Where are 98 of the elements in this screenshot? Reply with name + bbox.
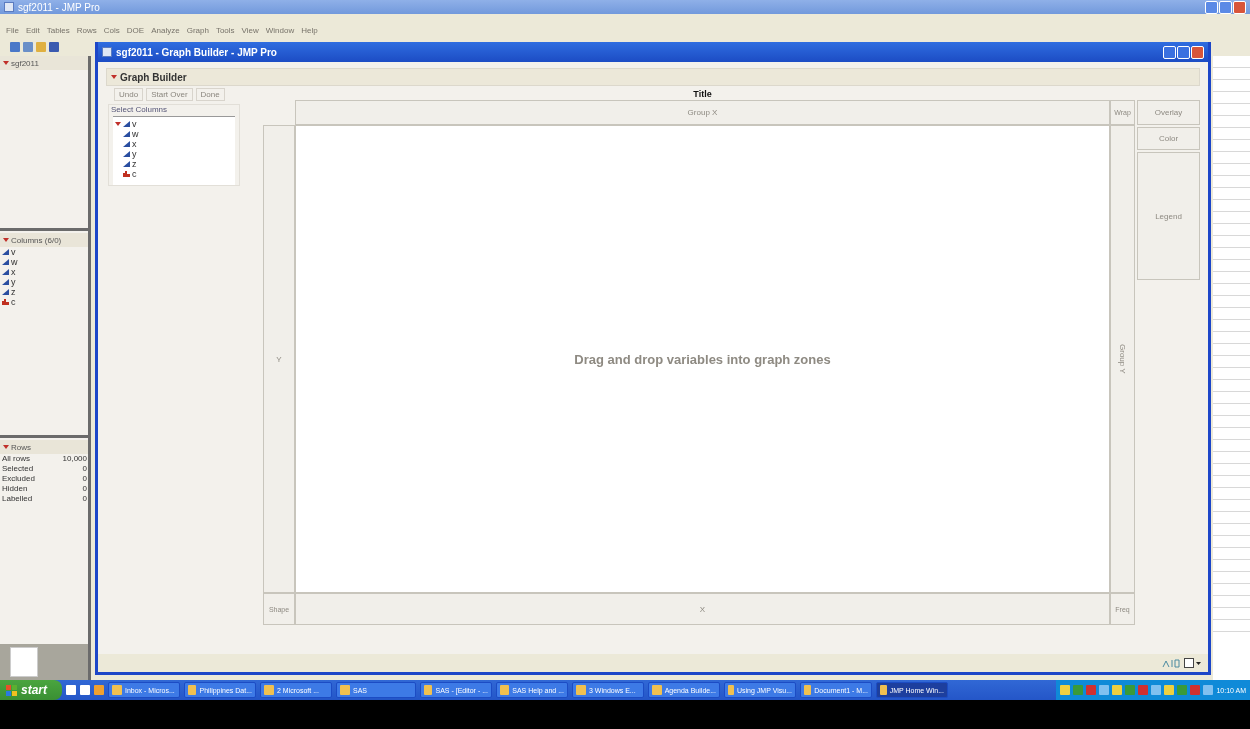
window-icon xyxy=(804,685,812,695)
nominal-column-icon xyxy=(2,299,9,305)
menu-item[interactable]: Cols xyxy=(103,25,120,35)
tray-icon[interactable] xyxy=(1151,685,1162,695)
report-title: Graph Builder xyxy=(120,71,187,83)
row-stat-label: Selected xyxy=(2,464,34,474)
row-stat-value: 10,000 xyxy=(62,454,87,464)
panel-title: Columns (6/0) xyxy=(11,235,62,245)
x-zone[interactable]: X xyxy=(295,593,1110,625)
tray-icon[interactable] xyxy=(1203,685,1214,695)
maximize-button[interactable] xyxy=(1177,45,1190,59)
app-icon xyxy=(102,47,112,57)
panel-header[interactable]: Columns (6/0) xyxy=(0,233,88,247)
column-name[interactable]: y xyxy=(132,149,137,159)
color-zone[interactable]: Color xyxy=(1137,127,1200,150)
row-stat-value: 0 xyxy=(82,484,87,494)
panel-title: sgf2011 xyxy=(11,58,39,68)
y-zone[interactable]: Y xyxy=(263,125,295,593)
window-icon xyxy=(112,685,122,695)
close-button[interactable] xyxy=(1233,0,1246,14)
tray-icon[interactable] xyxy=(1060,685,1071,695)
tray-icon[interactable] xyxy=(1125,685,1136,695)
row-stat-label: Excluded xyxy=(2,474,35,484)
menu-item[interactable]: Analyze xyxy=(151,25,180,35)
disclosure-icon[interactable] xyxy=(3,238,9,242)
nominal-column-icon xyxy=(123,171,130,177)
row-stat-label: Labelled xyxy=(2,494,33,504)
column-name[interactable]: w xyxy=(132,129,139,139)
menu-item[interactable]: File xyxy=(6,25,19,35)
panel-title: Rows xyxy=(11,442,31,452)
menu-item[interactable]: Rows xyxy=(76,25,97,35)
menu-item[interactable]: View xyxy=(241,25,259,35)
start-button[interactable]: start xyxy=(0,680,62,700)
minimize-button[interactable] xyxy=(1163,45,1176,59)
row-stat-value: 0 xyxy=(82,474,87,484)
column-name[interactable]: x xyxy=(132,139,137,149)
column-name[interactable]: z xyxy=(11,287,16,297)
window-icon xyxy=(652,685,662,695)
window-icon xyxy=(188,685,197,695)
disclosure-icon[interactable] xyxy=(3,445,9,449)
disclosure-icon[interactable] xyxy=(3,61,9,65)
tray-icon[interactable] xyxy=(1112,685,1123,695)
disclosure-icon[interactable] xyxy=(115,122,121,126)
window-icon xyxy=(264,685,274,695)
tray-icon[interactable] xyxy=(1073,685,1084,695)
tray-icon[interactable] xyxy=(1099,685,1110,695)
window-icon xyxy=(340,685,350,695)
toolbar-button[interactable]: Done xyxy=(195,88,225,101)
panel-header[interactable]: sgf2011 xyxy=(0,56,88,70)
column-name[interactable]: c xyxy=(11,297,16,307)
column-name[interactable]: x xyxy=(11,267,16,277)
thumbnail[interactable] xyxy=(10,647,38,677)
legend-zone[interactable]: Legend xyxy=(1137,152,1200,280)
toolbar-button[interactable]: Start Over xyxy=(146,88,193,101)
menu-item[interactable]: Window xyxy=(265,25,295,35)
row-stat-label: Hidden xyxy=(2,484,28,494)
panel-header[interactable]: Rows xyxy=(0,440,88,454)
tray-icon[interactable] xyxy=(1086,685,1097,695)
overlay-zone[interactable]: Overlay xyxy=(1137,100,1200,125)
window-icon xyxy=(424,685,433,695)
row-stat-value: 0 xyxy=(82,464,87,474)
window-icon xyxy=(500,685,510,695)
tray-icon[interactable] xyxy=(1138,685,1149,695)
windows-logo-icon xyxy=(6,684,18,696)
window-options-icon[interactable] xyxy=(1184,658,1202,668)
disclosure-icon[interactable] xyxy=(111,75,117,79)
column-name[interactable]: v xyxy=(132,119,137,129)
column-name[interactable]: w xyxy=(11,257,18,267)
column-name[interactable]: z xyxy=(132,159,137,169)
graph-title[interactable]: Title xyxy=(693,89,712,99)
maximize-button[interactable] xyxy=(1219,0,1232,14)
app-icon xyxy=(4,2,14,12)
menu-item[interactable]: Help xyxy=(301,25,318,35)
column-name[interactable]: c xyxy=(132,169,137,179)
tray-icon[interactable] xyxy=(1177,685,1188,695)
minimize-button[interactable] xyxy=(1205,0,1218,14)
tray-icon[interactable] xyxy=(1164,685,1175,695)
tray-icon[interactable] xyxy=(1190,685,1201,695)
column-name[interactable]: v xyxy=(11,247,16,257)
menu-item[interactable]: Edit xyxy=(25,25,40,35)
window-title: sgf2011 - Graph Builder - JMP Pro xyxy=(116,46,277,58)
menu-item[interactable]: Tools xyxy=(215,25,235,35)
graph-drop-zone[interactable]: Drag and drop variables into graph zones xyxy=(295,125,1110,593)
menu-item[interactable]: Tables xyxy=(46,25,70,35)
row-stat-label: All rows xyxy=(2,454,30,464)
window-title: sgf2011 - JMP Pro xyxy=(18,1,100,13)
menu-item[interactable]: DOE xyxy=(126,25,145,35)
group-x-zone[interactable]: Group X xyxy=(295,100,1110,125)
column-name[interactable]: y xyxy=(11,277,16,287)
window-icon xyxy=(728,685,734,695)
window-icon xyxy=(576,685,586,695)
menu-item[interactable]: Graph xyxy=(186,25,209,35)
close-button[interactable] xyxy=(1191,45,1204,59)
panel-title: Select Columns xyxy=(110,105,169,114)
window-icon xyxy=(880,685,887,695)
row-stat-value: 0 xyxy=(82,494,87,504)
group-y-zone[interactable]: Group Y xyxy=(1110,125,1135,593)
toolbar-button[interactable]: Undo xyxy=(114,88,144,101)
